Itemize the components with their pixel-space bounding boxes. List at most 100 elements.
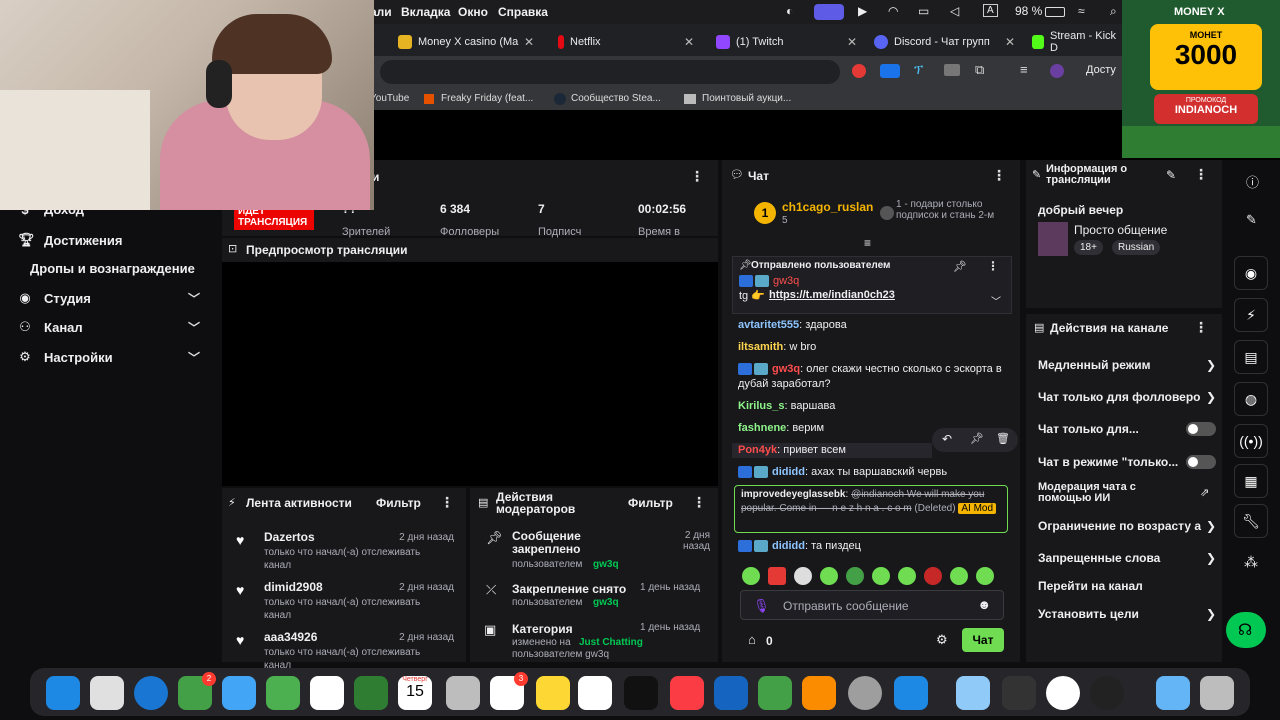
play-icon[interactable]: ▶ — [858, 4, 867, 18]
wrench-icon[interactable]: 🔧︎ — [1234, 504, 1268, 538]
address-bar[interactable] — [380, 60, 840, 84]
sidebar-item-settings[interactable]: ⚙ Настройки ﹀ — [18, 349, 200, 365]
bookmark-item[interactable]: Freaky Friday (feat... — [441, 93, 533, 104]
piano-icon[interactable] — [1002, 676, 1036, 710]
chat-username[interactable]: improvedeyeglassebk — [741, 489, 846, 500]
media-icon[interactable]: ≡ — [1020, 62, 1028, 77]
menu-item[interactable]: Вкладка — [401, 5, 450, 19]
menu-item[interactable]: Окно — [458, 5, 488, 19]
chat-username[interactable]: Kirilus_s — [738, 400, 784, 412]
puzzle-icon[interactable]: ⧉ — [975, 62, 984, 78]
battery-icon[interactable] — [1045, 7, 1065, 17]
action-set-goals[interactable]: Установить цели ❯ — [1038, 607, 1216, 621]
activity-user[interactable]: dimid2908 — [264, 580, 323, 594]
close-icon[interactable]: ✕ — [684, 35, 694, 49]
photos-icon[interactable] — [310, 676, 344, 710]
sidebar-item-drops[interactable]: Дропы и вознаграждение — [30, 261, 210, 276]
filter-button[interactable]: Фильтр — [376, 496, 421, 510]
edit-icon[interactable]: ✎ — [1166, 168, 1176, 182]
more-icon[interactable]: ⋮ — [992, 167, 1006, 184]
chrome-icon[interactable] — [1046, 676, 1080, 710]
more-icon[interactable]: ⋮ — [987, 259, 999, 273]
search-icon[interactable]: ⌕ — [1110, 4, 1117, 19]
emote-icon[interactable] — [742, 567, 760, 585]
category-name[interactable]: Просто общение — [1074, 223, 1167, 237]
more-icon[interactable]: ⋮ — [690, 168, 704, 185]
extension-icon[interactable] — [944, 64, 960, 76]
keynote-icon[interactable] — [714, 676, 748, 710]
action-age-restriction[interactable]: Ограничение по возрасту а ❯ — [1038, 519, 1216, 533]
headphones-icon[interactable]: ◠ — [888, 4, 898, 18]
app-icon[interactable] — [956, 676, 990, 710]
tab-twitch[interactable]: (1) Twitch ✕ — [708, 28, 863, 56]
tab-money-x[interactable]: Money X casino (Ma ✕ — [390, 28, 540, 56]
screen-record-icon[interactable] — [814, 4, 844, 20]
chevron-down-icon[interactable]: ﹀ — [188, 349, 200, 366]
action-banned-words[interactable]: Запрещенные слова ❯ — [1038, 551, 1216, 565]
status-icon[interactable]: ◐ — [786, 4, 793, 18]
tab-kick[interactable]: Stream - Kick D — [1024, 28, 1124, 56]
info-circle-icon[interactable]: ⓘ — [1246, 172, 1259, 191]
extension-icon[interactable]: ፕ — [914, 62, 923, 78]
finder-icon[interactable] — [46, 676, 80, 710]
activity-user[interactable]: Dazertos — [264, 530, 315, 544]
pencil-icon[interactable]: ✎ — [1246, 212, 1257, 228]
action-subs-only[interactable]: Чат только для... — [1038, 422, 1216, 436]
external-link-icon[interactable]: ⇗ — [1200, 486, 1209, 499]
action-followers-only[interactable]: Чат только для фолловеро ❯ — [1038, 390, 1216, 404]
action-go-to-channel[interactable]: Перейти на канал — [1038, 579, 1216, 593]
music-icon[interactable] — [670, 676, 704, 710]
gear-icon[interactable]: ⚙ — [936, 632, 948, 648]
undo-icon[interactable]: ↶ — [942, 432, 952, 446]
sidebar-item-studio[interactable]: ◉ Студия ﹀ — [18, 290, 200, 306]
mail-icon[interactable] — [222, 676, 256, 710]
pinned-link[interactable]: https://t.me/indian0ch23 — [769, 289, 895, 301]
support-button[interactable]: ☊ — [1226, 612, 1266, 648]
numbers-icon[interactable] — [758, 676, 792, 710]
chat-username[interactable]: dididd — [772, 540, 805, 552]
mod-action-user[interactable]: gw3q — [593, 597, 619, 608]
bookmark-item[interactable]: Сообщество Stea... — [571, 93, 661, 104]
category-link[interactable]: Just Chatting — [579, 637, 643, 648]
chat-username[interactable]: avtaritet555 — [738, 319, 799, 331]
chat-username[interactable]: gw3q — [772, 363, 800, 375]
pinned-user[interactable]: gw3q — [773, 275, 799, 287]
wifi-icon[interactable]: ≈ — [1078, 4, 1085, 18]
action-slow-mode[interactable]: Медленный режим ❯ — [1038, 358, 1216, 372]
layout-icon[interactable]: ▦ — [1234, 464, 1268, 498]
volume-icon[interactable]: ◁ — [950, 4, 959, 18]
emote-icon[interactable] — [976, 567, 994, 585]
notes-icon[interactable]: ▤ — [1234, 340, 1268, 374]
activity-user[interactable]: aaa34926 — [264, 630, 317, 644]
close-icon[interactable]: ✕ — [847, 35, 857, 49]
expand-icon[interactable]: ≡ — [864, 236, 871, 250]
chevron-down-icon[interactable]: ﹀ — [188, 319, 200, 336]
chat-username[interactable]: dididd — [772, 466, 805, 478]
more-icon[interactable]: ⋮ — [1194, 319, 1208, 336]
filter-button[interactable]: Фильтр — [628, 496, 673, 510]
launchpad-icon[interactable] — [90, 676, 124, 710]
emote-icon[interactable] — [872, 567, 890, 585]
bookmark-item[interactable]: YouTube — [370, 93, 409, 104]
menu-item[interactable]: Справка — [498, 5, 548, 19]
tab-netflix[interactable]: Netflix ✕ — [550, 28, 700, 56]
emoji-icon[interactable]: ☻ — [977, 597, 991, 612]
maps-icon[interactable] — [266, 676, 300, 710]
top-gifter-name[interactable]: ch1cago_ruslan — [782, 200, 873, 214]
sidebar-item-achievements[interactable]: 🏆︎ Достижения — [18, 232, 208, 248]
extension-new-icon[interactable] — [880, 64, 900, 78]
chevron-down-icon[interactable]: ﹀ — [991, 293, 1001, 308]
emote-icon[interactable] — [846, 567, 864, 585]
keyboard-layout-icon[interactable]: A — [983, 4, 998, 17]
profile-icon[interactable] — [1050, 64, 1064, 78]
emote-icon[interactable] — [768, 567, 786, 585]
camera-icon[interactable]: ◉ — [1234, 256, 1268, 290]
app-store-icon[interactable] — [894, 676, 928, 710]
emote-icon[interactable] — [794, 567, 812, 585]
close-icon[interactable]: ✕ — [524, 35, 534, 49]
calendar-icon[interactable]: Четверг 15 — [398, 676, 432, 710]
emote-icon[interactable] — [924, 567, 942, 585]
emote-icon[interactable] — [820, 567, 838, 585]
store-icon[interactable]: ⌂ — [748, 632, 756, 647]
contacts-icon[interactable] — [446, 676, 480, 710]
